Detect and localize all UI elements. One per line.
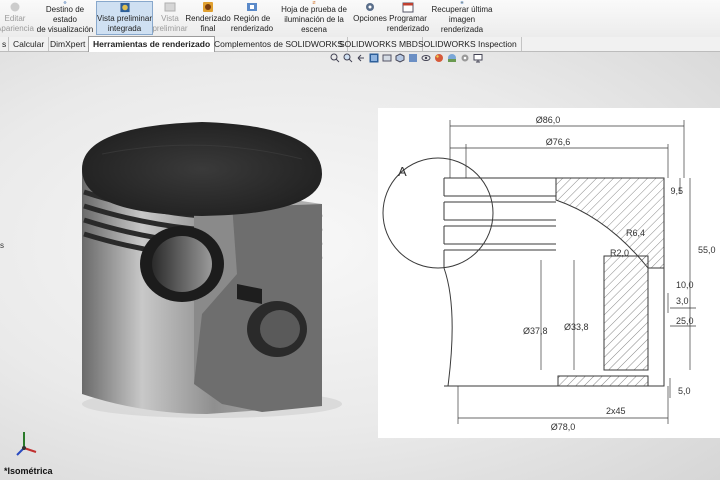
dim-r2: R2,0 — [610, 248, 629, 258]
edit-appearance-icon[interactable] — [434, 53, 444, 63]
integrated-preview-icon — [119, 2, 130, 13]
view-settings-icon[interactable] — [460, 53, 470, 63]
render-region-button[interactable]: Región de renderizado — [231, 1, 273, 35]
dim-d378: Ø37,8 — [523, 326, 548, 336]
dim-d76: Ø76,6 — [546, 137, 571, 147]
integrated-preview-button[interactable]: Vista preliminar integrada — [96, 1, 153, 35]
drawing-svg: Ø86,0 Ø76,6 9,5 55,0 R6,4 R2,0 10,0 3,0 … — [382, 115, 716, 432]
edit-appearance-button[interactable]: Editar Apariencia — [0, 1, 36, 35]
monitor-icon[interactable] — [473, 53, 483, 63]
hide-show-icon[interactable] — [421, 53, 431, 63]
tab-herramientas-de-renderizado[interactable]: Herramientas de renderizado — [88, 36, 216, 52]
opposite-pin-bore — [260, 310, 300, 348]
previous-view-icon[interactable] — [356, 53, 366, 63]
zoom-to-fit-icon[interactable] — [330, 53, 340, 63]
dim-h95: 9,5 — [670, 186, 683, 196]
pin-bore-inner — [152, 236, 212, 292]
schedule-render-button[interactable]: Programar renderizado — [387, 1, 429, 35]
dim-h5: 5,0 — [678, 386, 691, 396]
piston-crown — [82, 122, 322, 216]
recall-last-render-icon — [460, 1, 464, 4]
scene-illumination-icon — [312, 1, 316, 4]
render-region-icon — [247, 3, 257, 11]
left-edge-mark: s — [0, 241, 4, 250]
piston-technical-drawing: Ø86,0 Ø76,6 9,5 55,0 R6,4 R2,0 10,0 3,0 … — [378, 108, 720, 438]
dim-d78: Ø78,0 — [551, 422, 576, 432]
final-render-icon — [203, 2, 213, 12]
dim-chamfer: 2x45 — [606, 406, 626, 416]
piston-3d-model[interactable] — [72, 114, 352, 419]
tab-complementos-solidworks[interactable]: Complementos de SOLIDWORKS — [210, 37, 348, 51]
scene-illumination-button[interactable]: Hoja de prueba de iluminación de la esce… — [274, 1, 354, 35]
command-manager-tabs: s Calcular DimXpert Herramientas de rend… — [0, 36, 720, 52]
display-state-button[interactable]: Destino de estado de visualización — [34, 1, 96, 35]
coordinate-triad — [16, 432, 37, 456]
dim-h10: 10,0 — [676, 280, 694, 290]
dim-d86: Ø86,0 — [536, 115, 561, 125]
section-hatch-boss — [603, 255, 649, 371]
heads-up-view-toolbar — [330, 53, 483, 63]
apply-scene-icon[interactable] — [447, 53, 457, 63]
dim-d338: Ø33,8 — [564, 322, 589, 332]
dim-h25: 25,0 — [676, 316, 694, 326]
dim-h55: 55,0 — [698, 245, 716, 255]
section-view-icon[interactable] — [369, 53, 379, 63]
options-button[interactable]: Opciones — [353, 1, 387, 35]
edit-appearance-icon — [10, 2, 20, 12]
final-render-button[interactable]: Renderizado final — [185, 1, 231, 35]
detail-label-a: A — [398, 164, 407, 179]
schedule-render-icon — [402, 2, 414, 13]
preview-window-icon — [164, 2, 176, 12]
tab-solidworks-inspection[interactable]: SOLIDWORKS Inspection — [414, 37, 522, 51]
render-tools-toolbar: Editar Apariencia Destino de estado de v… — [0, 0, 720, 38]
dim-r64: R6,4 — [626, 228, 645, 238]
dynamic-annotation-icon[interactable] — [382, 53, 392, 63]
tab-partial[interactable]: s — [0, 37, 9, 51]
display-state-icon — [63, 1, 67, 4]
preview-window-button[interactable]: Vista preliminar — [152, 1, 188, 35]
recall-last-render-button[interactable]: Recuperar última imagen renderizada — [430, 1, 494, 35]
view-orientation-icon[interactable] — [395, 53, 405, 63]
zoom-area-icon[interactable] — [343, 53, 353, 63]
options-icon — [366, 3, 374, 11]
tab-calcular[interactable]: Calcular — [9, 37, 50, 51]
display-style-icon[interactable] — [408, 53, 418, 63]
view-orientation-label: *Isométrica — [4, 466, 53, 476]
section-hatch-skirt — [557, 375, 649, 387]
tab-solidworks-mbd[interactable]: SOLIDWORKS MBD — [335, 37, 423, 51]
tab-dimxpert[interactable]: DimXpert — [46, 37, 91, 51]
dim-h3: 3,0 — [676, 296, 689, 306]
